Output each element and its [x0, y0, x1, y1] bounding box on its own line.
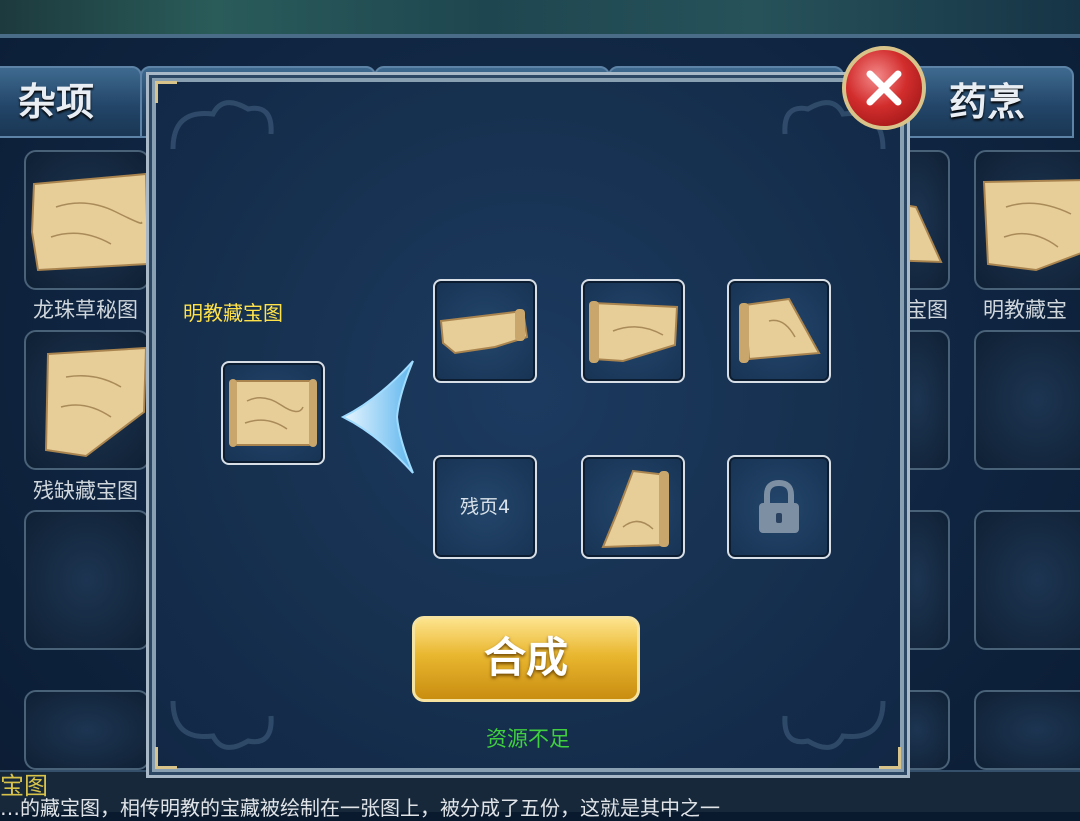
- map-fragment-icon: [739, 297, 821, 363]
- combine-button-label: 合成: [483, 633, 568, 682]
- slot-label: 宝图: [906, 298, 948, 322]
- status-text: 资源不足: [486, 727, 570, 751]
- inventory-slot[interactable]: [974, 330, 1080, 470]
- combine-button[interactable]: 合成: [412, 616, 640, 702]
- treasure-map-icon: [229, 379, 317, 447]
- inventory-slot[interactable]: [24, 510, 150, 650]
- close-button[interactable]: [842, 46, 926, 130]
- locked-slot[interactable]: [727, 455, 831, 559]
- cloud-ornament: [170, 100, 274, 150]
- map-fragment-icon: [439, 309, 529, 355]
- top-banner: [0, 0, 1080, 34]
- fragment-4-label: 残页4: [459, 496, 511, 518]
- fragment-slot-1[interactable]: [433, 279, 537, 383]
- fragment-slot-4[interactable]: 残页4: [433, 455, 537, 559]
- tab-misc[interactable]: 杂项: [0, 66, 142, 138]
- map-fragment-icon: [589, 301, 679, 363]
- slot-label: 残缺藏宝图: [33, 479, 138, 503]
- treasure-map-icon: [982, 179, 1080, 272]
- slot-label: 明教藏宝: [983, 298, 1067, 322]
- target-item-slot[interactable]: [221, 361, 325, 465]
- item-description: …的藏宝图，相传明教的宝藏被绘制在一张图上，被分成了五份，这就是其中之一: [0, 796, 720, 820]
- slot-label: 龙珠草秘图: [33, 298, 138, 322]
- inventory-slot[interactable]: [24, 150, 150, 290]
- fragment-slot-2[interactable]: [581, 279, 685, 383]
- arrow-left-icon: [340, 360, 414, 474]
- inventory-slot[interactable]: [974, 150, 1080, 290]
- fragment-slot-5[interactable]: [581, 455, 685, 559]
- target-item-name: 明教藏宝图: [183, 301, 283, 325]
- tab-cooking[interactable]: 药烹: [900, 66, 1074, 138]
- fragment-slot-3[interactable]: [727, 279, 831, 383]
- map-fragment-icon: [601, 469, 669, 549]
- close-icon: [866, 70, 902, 106]
- tab-cooking-label: 药烹: [948, 80, 1025, 124]
- treasure-map-icon: [30, 172, 148, 272]
- inventory-slot[interactable]: [24, 330, 150, 470]
- inventory-slot[interactable]: [974, 690, 1080, 770]
- tab-misc-label: 杂项: [17, 80, 94, 124]
- treasure-map-icon: [44, 346, 148, 458]
- inventory-slot[interactable]: [24, 690, 150, 770]
- inventory-slot[interactable]: [974, 510, 1080, 650]
- lock-icon: [759, 479, 799, 533]
